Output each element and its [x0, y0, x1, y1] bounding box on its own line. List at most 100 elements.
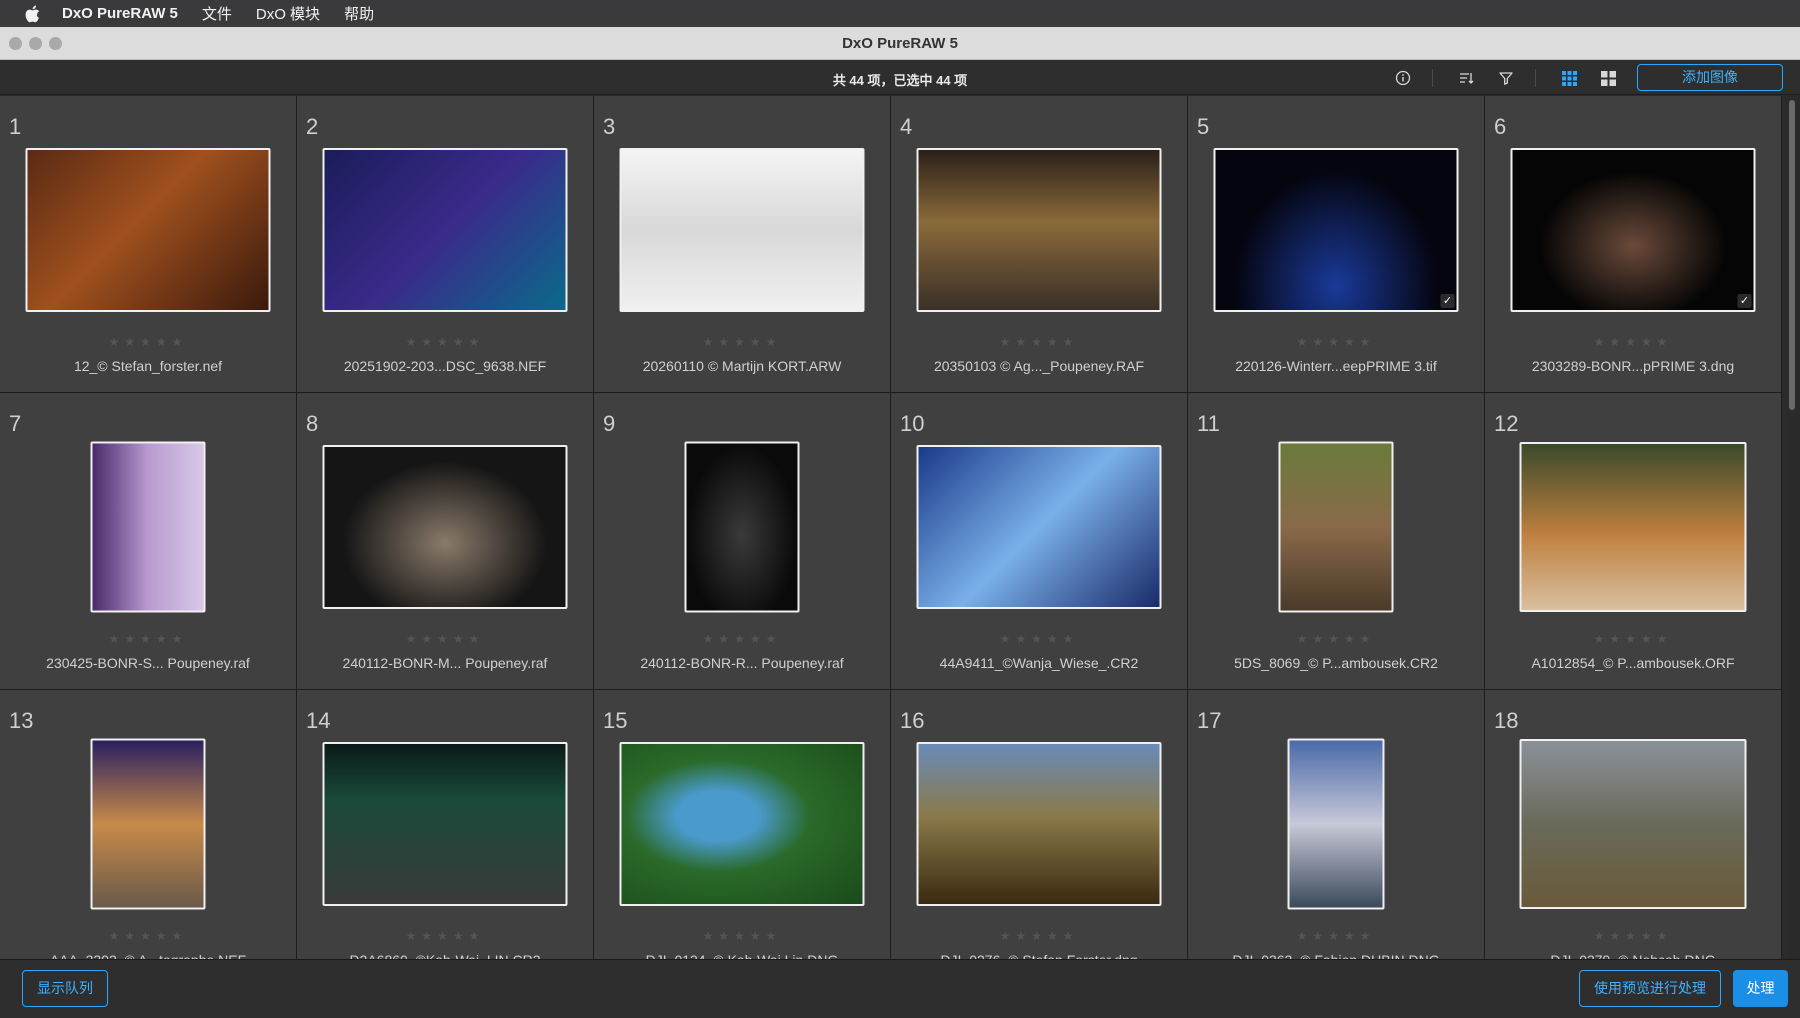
thumbnail-cell[interactable]: 10 ★★★★★ 44A9411_©Wanja_Wiese_.CR2 — [891, 393, 1188, 690]
filename-label: 20350103 © Ag..._Poupeney.RAF — [933, 358, 1145, 374]
thumbnail-cell[interactable]: 2 ★★★★★ 20251902-203...DSC_9638.NEF — [297, 96, 594, 393]
photo-thumbnail[interactable] — [25, 148, 271, 312]
thumbnail-index: 1 — [9, 114, 22, 139]
thumbnail-cell[interactable]: 3 ★★★★★ 20260110 © Martijn KORT.ARW — [594, 96, 891, 393]
thumbnail-cell[interactable]: 4 ★★★★★ 20350103 © Ag..._Poupeney.RAF — [891, 96, 1188, 393]
process-button[interactable]: 处理 — [1733, 970, 1788, 1007]
photo-thumbnail[interactable] — [1519, 442, 1747, 612]
selection-status: 共 44 项，已选中 44 项 — [832, 73, 968, 88]
thumbnail-index: 7 — [9, 411, 22, 436]
thumbnail-cell[interactable]: 6 ✓ ★★★★★ 2303289-BONR...pPRIME 3.dng — [1485, 96, 1782, 393]
sort-icon[interactable] — [1457, 69, 1475, 87]
thumbnail-cell[interactable]: 13 ★★★★★ AAA_3392_© A...tographe.NEF — [0, 690, 297, 959]
thumbnail-cell[interactable]: 8 ★★★★★ 240112-BONR-M... Poupeney.raf — [297, 393, 594, 690]
thumbnail-cell[interactable]: 14 ★★★★★ D2A6860_©Kah-Wai_LIN.CR2 — [297, 690, 594, 959]
star-rating[interactable]: ★★★★★ — [594, 929, 890, 943]
window-titlebar: DxO PureRAW 5 — [0, 27, 1800, 60]
photo-thumbnail[interactable] — [916, 445, 1162, 609]
menu-file[interactable]: 文件 — [202, 3, 232, 24]
thumbnail-index: 14 — [306, 708, 331, 733]
star-rating[interactable]: ★★★★★ — [297, 632, 593, 646]
filename-label: A1012854_© P...ambousek.ORF — [1531, 655, 1735, 671]
photo-thumbnail[interactable] — [322, 148, 568, 312]
menu-dxo-modules[interactable]: DxO 模块 — [256, 3, 320, 24]
star-rating[interactable]: ★★★★★ — [0, 335, 296, 349]
photo-thumbnail[interactable] — [1519, 739, 1747, 909]
star-rating[interactable]: ★★★★★ — [0, 929, 296, 943]
info-icon[interactable] — [1394, 69, 1412, 87]
filename-label: 240112-BONR-M... Poupeney.raf — [342, 655, 548, 671]
thumbnail-index: 18 — [1494, 708, 1519, 733]
thumbnail-index: 5 — [1197, 114, 1210, 139]
star-rating[interactable]: ★★★★★ — [0, 632, 296, 646]
thumbnail-index: 17 — [1197, 708, 1222, 733]
photo-thumbnail[interactable] — [1287, 738, 1385, 910]
photo-thumbnail[interactable] — [322, 742, 568, 906]
menu-app-name[interactable]: DxO PureRAW 5 — [62, 5, 178, 22]
grid-scrollbar[interactable] — [1786, 96, 1800, 959]
menu-help[interactable]: 帮助 — [344, 3, 374, 24]
star-rating[interactable]: ★★★★★ — [891, 929, 1187, 943]
photo-thumbnail[interactable] — [322, 445, 568, 609]
star-rating[interactable]: ★★★★★ — [1485, 335, 1781, 349]
show-queue-button[interactable]: 显示队列 — [22, 970, 108, 1007]
star-rating[interactable]: ★★★★★ — [297, 335, 593, 349]
photo-thumbnail[interactable] — [684, 441, 800, 613]
thumbnail-cell[interactable]: 11 ★★★★★ 5DS_8069_© P...ambousek.CR2 — [1188, 393, 1485, 690]
star-rating[interactable]: ★★★★★ — [297, 929, 593, 943]
thumbnail-cell[interactable]: 16 ★★★★★ DJI_0276_© Stefan Forster.dng — [891, 690, 1188, 959]
image-grid: 1 ★★★★★ 12_© Stefan_forster.nef 2 ★★★★★ 20251… — [0, 96, 1786, 959]
thumbnail-index: 3 — [603, 114, 616, 139]
thumbnail-cell[interactable]: 1 ★★★★★ 12_© Stefan_forster.nef — [0, 96, 297, 393]
photo-thumbnail[interactable]: ✓ — [1510, 148, 1756, 312]
scrollbar-thumb[interactable] — [1789, 100, 1795, 410]
thumbnail-cell[interactable]: 5 ✓ ★★★★★ 220126-Winterr...eepPRIME 3.tif — [1188, 96, 1485, 393]
mosaic-view-icon[interactable] — [1599, 69, 1617, 87]
filename-label: 20251902-203...DSC_9638.NEF — [343, 358, 547, 374]
photo-thumbnail[interactable] — [619, 148, 865, 312]
filename-label: 2303289-BONR...pPRIME 3.dng — [1531, 358, 1735, 374]
thumbnail-index: 10 — [900, 411, 925, 436]
filename-label: 44A9411_©Wanja_Wiese_.CR2 — [939, 655, 1139, 671]
process-with-preview-button[interactable]: 使用预览进行处理 — [1579, 970, 1721, 1007]
photo-thumbnail[interactable] — [619, 742, 865, 906]
thumbnail-cell[interactable]: 9 ★★★★★ 240112-BONR-R... Poupeney.raf — [594, 393, 891, 690]
filename-label: AAA_3392_© A...tographe.NEF — [0, 952, 296, 959]
star-rating[interactable]: ★★★★★ — [1188, 335, 1484, 349]
star-rating[interactable]: ★★★★★ — [891, 335, 1187, 349]
filename-label: 220126-Winterr...eepPRIME 3.tif — [1235, 358, 1437, 374]
thumbnail-index: 16 — [900, 708, 925, 733]
star-rating[interactable]: ★★★★★ — [1188, 929, 1484, 943]
thumbnail-cell[interactable]: 7 ★★★★★ 230425-BONR-S... Poupeney.raf — [0, 393, 297, 690]
thumbnail-index: 12 — [1494, 411, 1519, 436]
thumbnail-index: 15 — [603, 708, 628, 733]
thumbnail-index: 6 — [1494, 114, 1507, 139]
thumbnail-cell[interactable]: 17 ★★★★★ DJI_0363_© Fabien DUBIN.DNG — [1188, 690, 1485, 959]
thumbnail-cell[interactable]: 18 ★★★★★ DJI_0379_© Nebcah.DNG — [1485, 690, 1782, 959]
apple-logo-icon[interactable] — [22, 4, 42, 24]
photo-thumbnail[interactable]: ✓ — [1213, 148, 1459, 312]
star-rating[interactable]: ★★★★★ — [1485, 632, 1781, 646]
star-rating[interactable]: ★★★★★ — [594, 335, 890, 349]
thumbnail-cell[interactable]: 15 ★★★★★ DJI_0134_© Kah-Wai Lin.DNG — [594, 690, 891, 959]
thumbnail-index: 4 — [900, 114, 913, 139]
filename-label: DJI_0379_© Nebcah.DNG — [1485, 952, 1781, 959]
photo-thumbnail[interactable] — [90, 738, 206, 910]
star-rating[interactable]: ★★★★★ — [1485, 929, 1781, 943]
star-rating[interactable]: ★★★★★ — [891, 632, 1187, 646]
star-rating[interactable]: ★★★★★ — [594, 632, 890, 646]
grid-view-icon[interactable] — [1560, 69, 1578, 87]
filename-label: 5DS_8069_© P...ambousek.CR2 — [1234, 655, 1438, 671]
photo-thumbnail[interactable] — [90, 441, 206, 613]
star-rating[interactable]: ★★★★★ — [1188, 632, 1484, 646]
photo-thumbnail[interactable] — [1278, 441, 1394, 613]
filename-label: D2A6860_©Kah-Wai_LIN.CR2 — [297, 952, 593, 959]
thumbnail-cell[interactable]: 12 ★★★★★ A1012854_© P...ambousek.ORF — [1485, 393, 1782, 690]
add-images-button[interactable]: 添加图像 — [1637, 64, 1783, 91]
toolbar: 共 44 项，已选中 44 项 — [0, 60, 1800, 95]
photo-thumbnail[interactable] — [916, 742, 1162, 906]
thumbnail-index: 8 — [306, 411, 319, 436]
toolbar-divider — [1535, 69, 1536, 87]
photo-thumbnail[interactable] — [916, 148, 1162, 312]
filter-icon[interactable] — [1497, 69, 1515, 87]
